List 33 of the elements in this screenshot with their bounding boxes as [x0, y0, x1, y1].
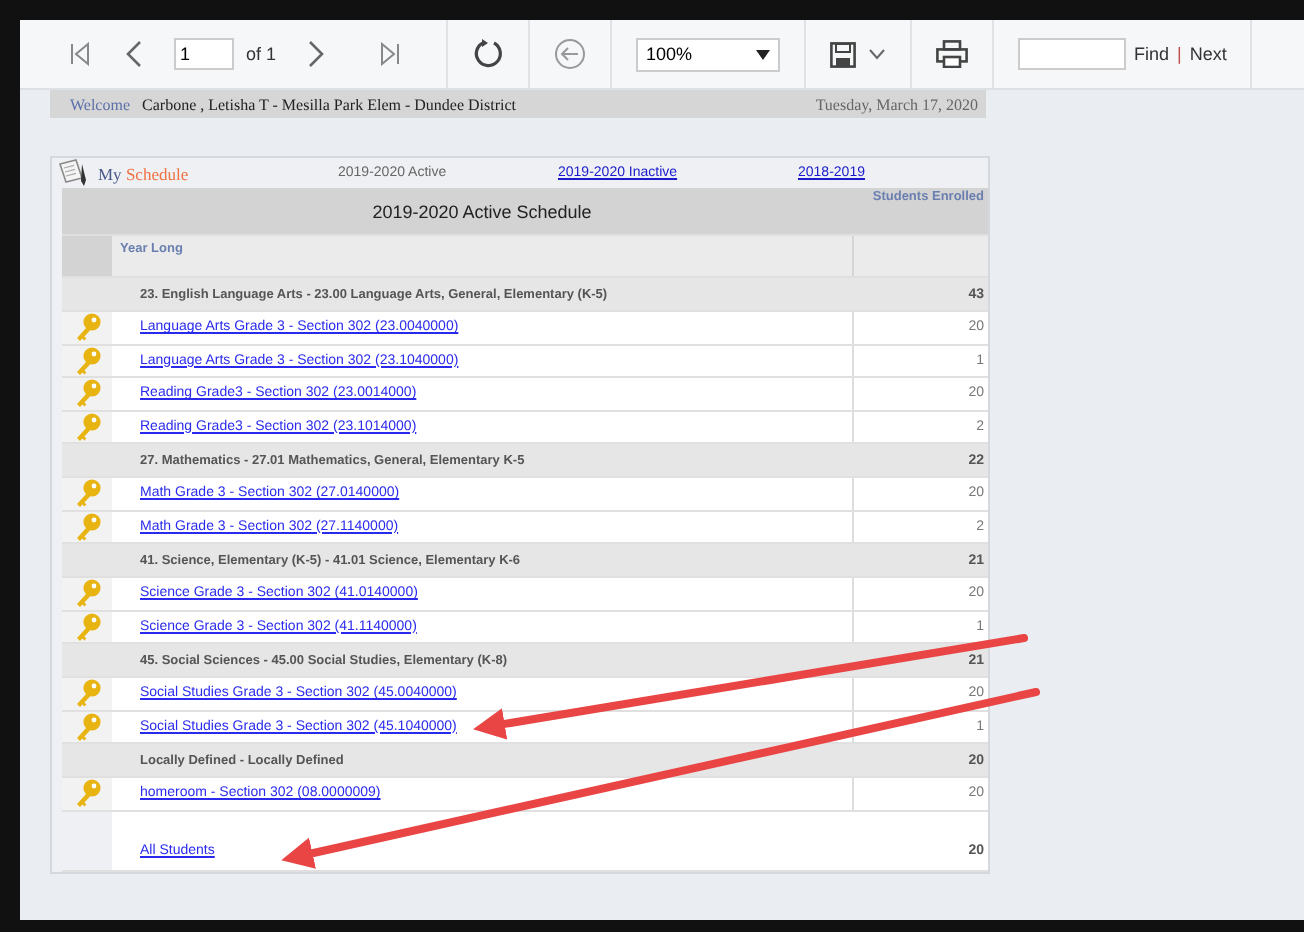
separator-text: | [1177, 44, 1182, 64]
date-text: Tuesday, March 17, 2020 [815, 95, 978, 113]
key-icon [73, 578, 101, 609]
key-icon [73, 778, 101, 809]
find-field[interactable] [1018, 38, 1127, 70]
key-icon [73, 678, 101, 709]
welcome-label: Welcome [70, 95, 131, 113]
first-page-icon[interactable] [68, 42, 92, 66]
refresh-icon[interactable] [472, 38, 505, 70]
user-school-text: Carbone , Letisha T - Mesilla Park Elem - Dundee District [142, 95, 517, 113]
table-title: 2019-2020 Active Schedule [372, 201, 592, 221]
save-icon[interactable] [830, 41, 857, 67]
key-icon [73, 378, 101, 409]
find-link[interactable]: Find [1134, 44, 1170, 64]
key-icon [73, 478, 101, 509]
schedule-title: My Schedule [98, 163, 191, 183]
key-icon [73, 345, 101, 376]
chevron-down-icon[interactable] [868, 48, 887, 60]
dropdown-arrow-icon [756, 49, 771, 59]
page-count: of 1 [246, 44, 277, 64]
key-icon [73, 511, 101, 542]
last-page-icon[interactable] [378, 42, 403, 66]
key-icon [73, 611, 101, 642]
previous-page-icon[interactable] [124, 40, 142, 68]
page-number-field[interactable]: 1 [174, 38, 234, 70]
key-icon [73, 711, 101, 742]
next-page-icon[interactable] [308, 40, 327, 68]
key-icon [73, 312, 101, 343]
zoom-dropdown[interactable]: 100% [636, 37, 781, 71]
print-icon[interactable] [936, 40, 969, 68]
next-link[interactable]: Next [1189, 44, 1227, 64]
key-icon [73, 411, 101, 442]
back-icon[interactable] [554, 38, 587, 70]
